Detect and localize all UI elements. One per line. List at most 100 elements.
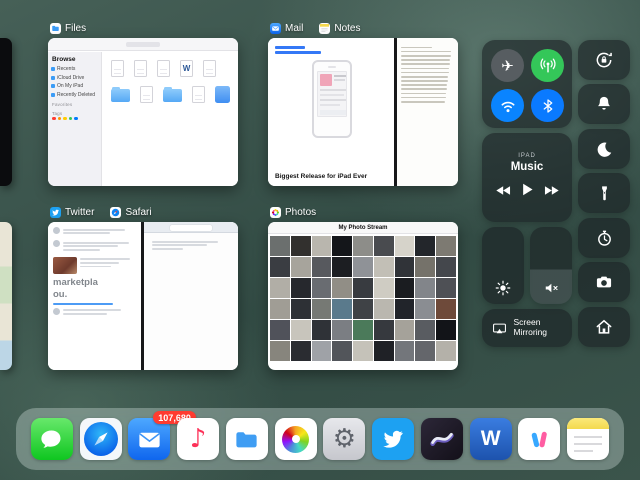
dock-app-word[interactable]: W: [469, 418, 512, 460]
app-card-mail-notes[interactable]: Biggest Release for iPad Ever: [268, 38, 458, 186]
photo-thumbnail: [353, 341, 373, 361]
timer-icon: [597, 230, 611, 246]
screen-mirroring-icon: [492, 323, 506, 333]
files-folder-icon: [236, 431, 257, 447]
bluetooth-icon: [543, 98, 552, 113]
dock-app-safari[interactable]: [79, 418, 122, 460]
timer-button[interactable]: [578, 218, 630, 258]
files-sidebar-item: iCloud Drive: [51, 75, 98, 81]
dock-app-apple-store[interactable]: [518, 418, 561, 460]
edge-card-maps[interactable]: [0, 222, 12, 370]
edge-card-dark[interactable]: [0, 38, 12, 186]
photo-thumbnail: [436, 299, 456, 319]
dock-app-twitter[interactable]: [372, 418, 415, 460]
fast-forward-button[interactable]: [543, 183, 560, 201]
dock-app-notes[interactable]: [567, 418, 610, 460]
do-not-disturb-button[interactable]: [578, 129, 630, 169]
app-card-twitter-safari[interactable]: marketpla ou.: [48, 222, 238, 370]
card-label-photos: Photos: [270, 206, 316, 218]
dock-app-settings[interactable]: ⚙: [323, 418, 366, 460]
file-item-word: W: [180, 60, 193, 77]
file-item-bluedoc: [215, 86, 230, 103]
card-label-twitter-safari: Twitter Safari: [50, 206, 152, 218]
photo-thumbnail: [415, 257, 436, 277]
file-item-doc: [157, 60, 170, 77]
flashlight-button[interactable]: [578, 173, 630, 213]
notes-text-line: [401, 75, 449, 78]
brightness-slider[interactable]: [482, 227, 524, 304]
photo-thumbnail: [353, 278, 373, 298]
play-button[interactable]: [521, 182, 534, 202]
tweet-link-bar: [53, 302, 113, 305]
card-label-safari-text: Safari: [125, 206, 152, 218]
home-icon: [596, 319, 612, 334]
dock-app-music[interactable]: ♪: [177, 418, 220, 460]
photo-thumbnail: [290, 299, 311, 319]
music-device-label: IPAD: [518, 153, 536, 159]
photo-thumbnail: [311, 341, 332, 361]
card-label-notes-text: Notes: [334, 22, 361, 34]
photo-thumbnail: [311, 257, 332, 277]
photo-thumbnail: [311, 278, 332, 298]
dock-app-files[interactable]: [225, 418, 268, 460]
photo-thumbnail: [353, 257, 373, 277]
notes-line: [574, 450, 594, 452]
photo-thumbnail: [332, 320, 353, 340]
home-button[interactable]: [578, 307, 630, 347]
dock-app-photos[interactable]: [274, 418, 317, 460]
dock: 107,680 ♪ ⚙ W: [16, 408, 624, 470]
photo-thumbnail: [353, 299, 373, 319]
files-icon: [50, 22, 61, 34]
safari-icon: [110, 206, 122, 218]
camera-button[interactable]: [578, 262, 630, 302]
photo-thumbnail: [373, 257, 394, 277]
bell-icon: [598, 96, 610, 110]
photos-title: My Photo Stream: [338, 224, 388, 231]
rewind-button[interactable]: [495, 183, 512, 201]
card-label-photos-text: Photos: [285, 206, 317, 218]
photo-thumbnail: [394, 341, 415, 361]
photo-thumbnail: [373, 341, 394, 361]
app-card-files[interactable]: Browse Recents iCloud Drive On My iPad Rece…: [48, 38, 238, 186]
bluetooth-button[interactable]: [531, 89, 564, 122]
photo-thumbnail: [311, 299, 332, 319]
photo-thumbnail: [332, 236, 353, 256]
notes-text-line: [401, 71, 449, 74]
volume-slider[interactable]: [530, 227, 572, 304]
file-item-folder: [163, 86, 182, 102]
dock-app-messages[interactable]: [30, 418, 73, 460]
safari-address-bar: [170, 224, 212, 231]
mute-button[interactable]: [578, 84, 630, 124]
app-card-photos[interactable]: My Photo Stream: [268, 222, 458, 370]
dock-app-mail[interactable]: 107,680: [128, 411, 196, 460]
photos-grid: [268, 234, 458, 363]
wifi-button[interactable]: [491, 89, 524, 122]
file-item-doc: [192, 86, 205, 103]
rotation-lock-button[interactable]: [578, 40, 630, 80]
tweet-skeleton: [53, 239, 136, 253]
notes-text-line: [401, 54, 451, 57]
cellular-data-button[interactable]: [531, 49, 564, 82]
dock-app-procreate[interactable]: [420, 418, 463, 460]
photo-thumbnail: [415, 236, 436, 256]
card-label-mail-text: Mail: [285, 22, 304, 34]
photo-thumbnail: [415, 320, 436, 340]
moon-icon: [597, 142, 611, 157]
files-sidebar-list: Recents iCloud Drive On My iPad Recently De…: [51, 66, 98, 98]
file-item-doc: [111, 60, 124, 77]
photo-thumbnail: [436, 320, 456, 340]
volume-muted-icon: [545, 283, 558, 293]
notes-text-line: [401, 67, 450, 70]
mail-link-bar: [275, 46, 305, 49]
screen-mirroring-button[interactable]: Screen Mirroring: [482, 309, 572, 347]
wifi-icon: [501, 101, 514, 112]
airplane-mode-button[interactable]: ✈: [491, 49, 524, 82]
rotation-lock-icon: [596, 52, 612, 68]
notes-text-line: [401, 50, 452, 53]
music-module[interactable]: IPAD Music: [482, 133, 572, 222]
music-note-icon: ♪: [189, 424, 207, 454]
photo-thumbnail: [415, 341, 436, 361]
connectivity-module: ✈: [482, 40, 572, 128]
files-sidebar-title: Browse: [52, 56, 76, 63]
tweet-photo: [53, 256, 77, 274]
